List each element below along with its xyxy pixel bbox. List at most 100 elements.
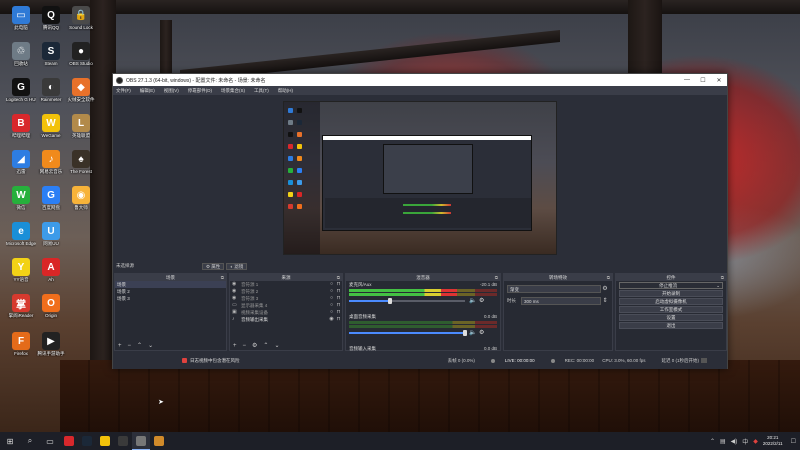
visibility-eye-icon[interactable]: ○ <box>328 295 335 302</box>
dock-float-icon[interactable]: ⧉ <box>607 274 610 281</box>
taskbar-app[interactable] <box>114 432 132 450</box>
source-item[interactable]: ▣ 视频采集设备 ○ ⊓ <box>230 309 342 316</box>
remove-scene-icon[interactable]: − <box>128 343 132 349</box>
antivirus-tray-icon[interactable]: ◆ <box>753 438 758 445</box>
visibility-eye-icon[interactable]: ◉ <box>328 316 335 323</box>
exit-button[interactable]: 退出 <box>619 322 723 329</box>
desktop-icon[interactable]: 🔒 Sound Lock <box>66 6 96 31</box>
scene-item[interactable]: 场景 <box>115 281 226 288</box>
add-scene-icon[interactable]: + <box>118 343 122 349</box>
taskbar-app[interactable] <box>60 432 78 450</box>
mute-speaker-icon[interactable]: 🔈 <box>469 329 476 336</box>
lock-icon[interactable]: ⊓ <box>335 288 342 295</box>
desktop-icon[interactable]: ● OBS Studio <box>66 42 96 67</box>
desktop-icon[interactable]: ◆ 火绒安全软件 <box>66 78 96 103</box>
menu-help[interactable]: 帮助(H) <box>278 88 293 94</box>
menu-file[interactable]: 文件(F) <box>116 88 131 94</box>
source-properties-icon[interactable]: ⚙ <box>252 342 257 349</box>
mute-speaker-icon[interactable]: 🔈 <box>469 297 476 304</box>
source-item[interactable]: ▭ 显示器采集 4 ○ ⊓ <box>230 302 342 309</box>
desktop-icon[interactable]: S Steam <box>36 42 66 67</box>
fader-knob[interactable] <box>463 330 467 336</box>
desktop-icon[interactable]: ◉ 鲁大师 <box>66 186 96 211</box>
lock-icon[interactable]: ⊓ <box>335 302 342 309</box>
search-icon[interactable]: ⌕ <box>20 432 40 450</box>
lock-icon[interactable]: ⊓ <box>335 316 342 323</box>
desktop-icon[interactable]: W WeGame <box>36 114 66 139</box>
desktop-icon[interactable]: ♪ 网易云音乐 <box>36 150 66 175</box>
dock-float-icon[interactable]: ⧉ <box>495 274 498 281</box>
desktop-icon[interactable]: A Ah <box>36 258 66 283</box>
desktop-icon[interactable]: U 网易UU <box>36 222 66 247</box>
channel-gear-icon[interactable]: ⚙ <box>479 329 484 336</box>
desktop-icon[interactable]: Y YY语音 <box>6 258 36 283</box>
source-item[interactable]: ◉ 音符源 3 ○ ⊓ <box>230 295 342 302</box>
menu-docks[interactable]: 停靠部件(D) <box>188 88 212 94</box>
tray-chevron-icon[interactable]: ⌃ <box>710 438 715 445</box>
desktop-icon[interactable]: W 微信 <box>6 186 36 211</box>
desktop-icon[interactable]: B 哔哩哔哩 <box>6 114 36 139</box>
visibility-eye-icon[interactable]: ○ <box>328 309 335 316</box>
move-down-icon[interactable]: ⌄ <box>148 342 153 349</box>
start-virtual-camera-button[interactable]: 启动虚拟摄像机 <box>619 298 723 305</box>
input-method-icon[interactable]: 中 <box>742 437 748 446</box>
desktop-icon[interactable]: 掌掌阅iReader <box>6 294 36 319</box>
add-source-icon[interactable]: + <box>233 343 237 349</box>
stop-streaming-button[interactable]: 停止推流 ⌄ <box>619 282 723 289</box>
transition-type-select[interactable]: 渐变 <box>507 284 601 293</box>
notification-center-icon[interactable]: ☐ <box>791 438 796 445</box>
taskbar-app[interactable] <box>150 432 168 450</box>
source-item[interactable]: ◉ 音符源 2 ○ ⊓ <box>230 288 342 295</box>
desktop-icon[interactable]: ◢ 迅雷 <box>6 150 36 175</box>
desktop-icon[interactable]: ♠ The Forest <box>66 150 96 175</box>
close-button[interactable]: ✕ <box>711 77 727 84</box>
desktop-icon[interactable]: ▭ 此电脑 <box>6 6 36 31</box>
desktop-icon[interactable]: G Logitech G HUB <box>6 78 36 103</box>
desktop-icon[interactable]: ♲ 回收站 <box>6 42 36 67</box>
taskbar-app[interactable] <box>96 432 114 450</box>
lock-icon[interactable]: ⊓ <box>335 281 342 288</box>
taskbar-app[interactable] <box>78 432 96 450</box>
properties-button[interactable]: ⚙ 属性 <box>202 262 225 270</box>
duration-stepper-icon[interactable]: ⇕ <box>601 297 609 304</box>
desktop-icon[interactable]: ◐ Rainmeter <box>36 78 66 103</box>
taskbar-app[interactable] <box>132 432 150 450</box>
studio-mode-button[interactable]: 工作室模式 <box>619 306 723 313</box>
volume-icon[interactable]: ◀) <box>731 438 738 445</box>
obs-titlebar[interactable]: OBS 27.1.3 (64-bit, windows) - 配置文件: 未命名… <box>113 74 727 86</box>
network-icon[interactable]: ▤ <box>720 438 726 445</box>
move-up-icon[interactable]: ⌃ <box>137 342 142 349</box>
minimize-button[interactable]: — <box>679 77 695 83</box>
menu-view[interactable]: 视图(V) <box>164 88 179 94</box>
move-down-icon[interactable]: ⌄ <box>274 342 279 349</box>
source-item[interactable]: ◉ 音符源 1 ○ ⊓ <box>230 281 342 288</box>
remove-source-icon[interactable]: − <box>243 343 247 349</box>
program-preview[interactable] <box>283 101 557 255</box>
menu-scene-collection[interactable]: 场景集合(S) <box>221 88 245 94</box>
transition-gear-icon[interactable]: ⚙ <box>601 285 609 292</box>
visibility-eye-icon[interactable]: ○ <box>328 288 335 295</box>
desktop-icon[interactable]: L 英雄联盟 <box>66 114 96 139</box>
desktop-icon[interactable]: F Firefox <box>6 332 36 357</box>
dock-float-icon[interactable]: ⧉ <box>721 274 724 281</box>
visibility-eye-icon[interactable]: ○ <box>328 281 335 288</box>
desktop-icon[interactable]: G 百度网盘 <box>36 186 66 211</box>
duration-input[interactable]: 300 ms <box>521 296 601 305</box>
source-item[interactable]: ♪ 音频输出采集 ◉ ⊓ <box>230 316 342 323</box>
filters-button[interactable]: ◐ 滤镜 <box>226 262 248 270</box>
volume-fader[interactable]: 🔈⚙ <box>349 330 497 336</box>
dock-float-icon[interactable]: ⧉ <box>337 274 340 281</box>
windows-start-icon[interactable]: ⊞ <box>0 432 20 450</box>
fader-knob[interactable] <box>387 298 392 304</box>
desktop-icon[interactable]: Q 腾讯QQ <box>36 6 66 31</box>
desktop-icon[interactable]: O Origin <box>36 294 66 319</box>
visibility-eye-icon[interactable]: ○ <box>328 302 335 309</box>
menu-tools[interactable]: 工具(T) <box>254 88 269 94</box>
task-view-icon[interactable]: ▭ <box>40 432 60 450</box>
desktop-icon[interactable]: e Microsoft Edge <box>6 222 36 247</box>
maximize-button[interactable]: ☐ <box>695 77 711 84</box>
lock-icon[interactable]: ⊓ <box>335 309 342 316</box>
menu-edit[interactable]: 编辑(E) <box>140 88 155 94</box>
scene-item[interactable]: 场景 2 <box>115 288 226 295</box>
scene-item[interactable]: 场景 3 <box>115 295 226 302</box>
